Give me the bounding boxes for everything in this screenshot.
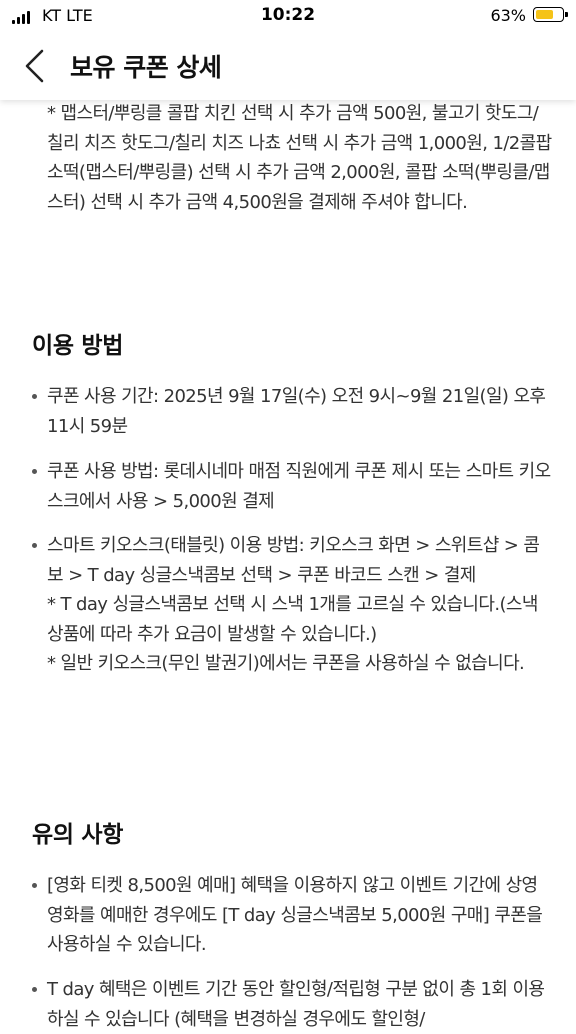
bullet-icon: [32, 394, 37, 399]
list-item: T day 혜택은 이벤트 기간 동안 할인형/적립형 구분 없이 총 1회 이…: [32, 975, 552, 1034]
note-text: * T day 싱글스낵콤보 선택 시 스낵 1개를 고르실 수 있습니다.(스…: [47, 594, 538, 645]
page-title: 보유 쿠폰 상세: [70, 53, 222, 82]
bullet-icon: [32, 543, 37, 548]
list-item: 스마트 키오스크(태블릿) 이용 방법: 키오스크 화면 > 스위트샵 > 콤보…: [32, 531, 552, 679]
bullet-icon: [32, 987, 37, 992]
page-header: 보유 쿠폰 상세: [0, 34, 576, 100]
bullet-icon: [32, 883, 37, 888]
list-item: 쿠폰 사용 기간: 2025년 9월 17일(수) 오전 9시~9월 21일(일…: [32, 382, 552, 441]
note-text: * 일반 키오스크(무인 발권기)에서는 쿠폰을 사용하실 수 없습니다.: [47, 653, 525, 674]
status-bar: KT LTE 10:22 63%: [0, 0, 576, 34]
battery-icon: [533, 7, 568, 22]
bullet-icon: [32, 469, 37, 474]
top-note-text: * 맵스터/뿌링클 콜팝 치킨 선택 시 추가 금액 500원, 불고기 핫도그…: [47, 103, 552, 213]
list-item: [영화 티켓 8,500원 예매] 혜택을 이용하지 않고 이벤트 기간에 상영…: [32, 871, 552, 960]
battery-percent: 63%: [490, 6, 526, 25]
back-button[interactable]: [22, 48, 52, 84]
caution-section-title: 유의 사항: [32, 822, 124, 848]
chevron-left-icon: [25, 49, 44, 83]
list-item: 쿠폰 사용 방법: 롯데시네마 매점 직원에게 쿠폰 제시 또는 스마트 키오스…: [32, 457, 552, 516]
usage-section-title: 이용 방법: [32, 333, 124, 359]
